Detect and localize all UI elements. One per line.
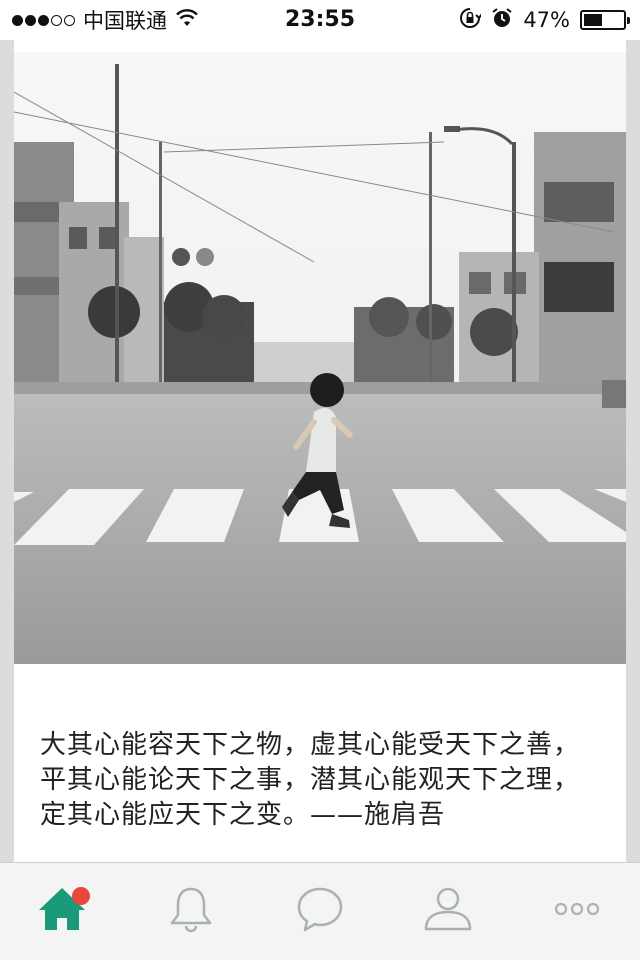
alarm-icon	[491, 7, 513, 34]
post-card[interactable]: 大其心能容天下之物，虚其心能受天下之善，平其心能论天下之事，潜其心能观天下之理，…	[14, 40, 626, 862]
tab-messages[interactable]	[288, 881, 352, 941]
quote-text: 大其心能容天下之物，虚其心能受天下之善，平其心能论天下之事，潜其心能观天下之理，…	[40, 730, 581, 830]
person-icon	[423, 885, 473, 937]
tab-home[interactable]	[30, 881, 94, 941]
status-bar: 中国联通 23:55 47%	[0, 0, 640, 40]
tab-more[interactable]	[545, 881, 609, 941]
notification-badge	[72, 887, 90, 905]
chat-bubble-icon	[295, 885, 345, 937]
post-photo[interactable]	[14, 52, 626, 664]
battery-percent: 47%	[523, 8, 570, 32]
more-dots-icon	[553, 901, 601, 921]
bell-icon	[168, 885, 214, 937]
battery-icon	[580, 10, 630, 30]
tab-notifications[interactable]	[159, 881, 223, 941]
tab-bar	[0, 862, 640, 960]
rotation-lock-icon	[459, 7, 483, 34]
tab-profile[interactable]	[416, 881, 480, 941]
